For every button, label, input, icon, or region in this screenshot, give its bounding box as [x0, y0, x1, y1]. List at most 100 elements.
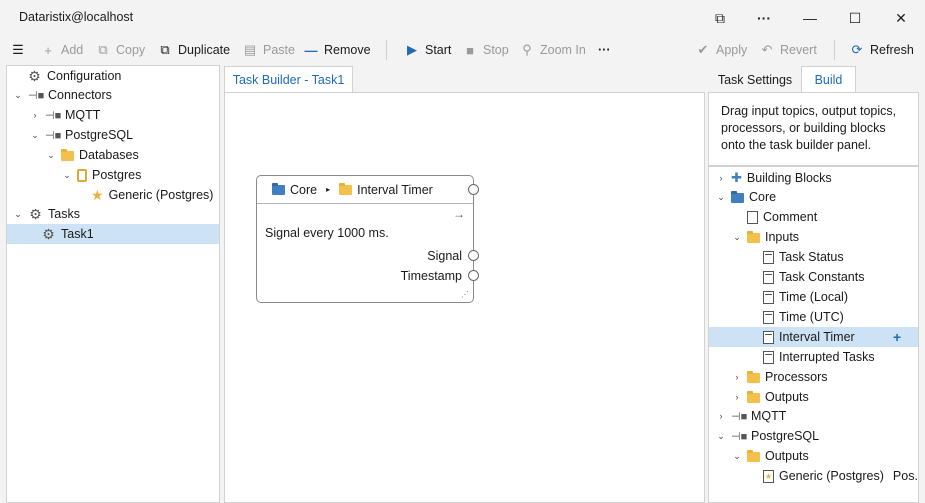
tab-task-builder[interactable]: Task Builder - Task1 — [224, 66, 353, 93]
chevron-right-icon[interactable]: › — [30, 110, 40, 120]
tree-item-generic-postgres[interactable]: ★ Generic (Postgres) Pos... — [763, 466, 918, 486]
node-description: Signal every 1000 ms. — [265, 226, 389, 240]
tree-item-databases[interactable]: ⌄ Databases — [46, 145, 139, 165]
add-icon[interactable]: + — [893, 329, 901, 345]
tree-item-generic-postgres[interactable]: ★ Generic (Postgres) — [91, 185, 213, 205]
output-signal-port[interactable] — [468, 250, 479, 261]
tree-item-mqtt[interactable]: › ⊣■ MQTT — [30, 105, 101, 125]
apply-label: Apply — [716, 43, 748, 57]
chevron-down-icon[interactable]: ⌄ — [732, 232, 742, 243]
chevron-down-icon[interactable]: ⌄ — [62, 170, 72, 181]
refresh-button[interactable]: ⟳ Refresh — [850, 36, 914, 64]
chevron-down-icon[interactable]: ⌄ — [716, 192, 726, 203]
maximize-icon[interactable]: ☐ — [832, 0, 878, 36]
chevron-down-icon[interactable]: ⌄ — [13, 209, 23, 220]
toolbar-divider — [386, 40, 387, 60]
remove-button[interactable]: — Remove — [304, 36, 371, 64]
output-signal-label: Signal — [427, 249, 462, 263]
tree-item-task1[interactable]: ⚙ Task1 — [7, 224, 219, 244]
minimize-icon[interactable]: — — [787, 0, 833, 36]
tree-item-interrupted-tasks[interactable]: Interrupted Tasks — [763, 347, 875, 367]
node-title: Interval Timer — [357, 182, 433, 197]
tree-item-outputs[interactable]: › Outputs — [732, 387, 809, 407]
checkmark-icon: ✔ — [697, 42, 709, 57]
tree-item-postgresql[interactable]: ⌄ ⊣■ PostgreSQL — [716, 426, 819, 446]
chevron-down-icon[interactable]: ⌄ — [13, 90, 23, 101]
zoom-in-label: Zoom In — [540, 43, 586, 57]
restore-icon[interactable]: ⧉ — [697, 0, 743, 36]
tree-item-processors[interactable]: › Processors — [732, 367, 828, 387]
tree-item-task-status[interactable]: Task Status — [763, 247, 844, 267]
output-timestamp-port[interactable] — [468, 270, 479, 281]
tree-item-core[interactable]: ⌄ Core — [716, 187, 776, 207]
hamburger-icon: ☰ — [12, 42, 24, 57]
plug-icon: ⊣■ — [28, 89, 45, 102]
tab-label: Task Builder - Task1 — [232, 73, 345, 87]
tree-item-comment[interactable]: Comment — [747, 207, 817, 227]
more-icon[interactable]: ··· — [741, 0, 787, 36]
tree-item-connectors[interactable]: ⌄ ⊣■ Connectors — [13, 85, 112, 105]
tree-item-postgres[interactable]: ⌄ Postgres — [62, 165, 141, 185]
arrow-right-icon: → — [453, 207, 465, 221]
tree-item-label: Comment — [763, 210, 818, 224]
node-crumb-parent: Core — [290, 182, 318, 197]
tree-item-configuration[interactable]: ⚙ Configuration — [27, 66, 121, 86]
window-title: Dataristix@localhost — [19, 10, 134, 24]
apply-button[interactable]: ✔ Apply — [696, 36, 748, 64]
chevron-right-icon[interactable]: › — [732, 372, 742, 382]
more-tools-button[interactable]: ··· — [598, 36, 611, 64]
tree-item-label: MQTT — [65, 108, 101, 122]
star-block-icon: ★ — [763, 469, 774, 483]
start-label: Start — [425, 43, 452, 57]
chevron-right-icon[interactable]: › — [732, 392, 742, 402]
duplicate-icon: ⧉ — [160, 42, 170, 57]
plug-icon: ⊣■ — [731, 430, 748, 443]
tree-item-time-local[interactable]: Time (Local) — [763, 287, 848, 307]
tab-build[interactable]: Build — [801, 66, 856, 93]
plus-icon: + — [44, 42, 52, 58]
add-button[interactable]: + Add — [41, 36, 83, 64]
copy-button[interactable]: ⧉ Copy — [96, 36, 145, 64]
resize-grip-icon[interactable]: ⋰ — [461, 290, 469, 299]
start-button[interactable]: ▶ Start — [405, 36, 451, 64]
menu-button[interactable]: ☰ — [11, 36, 25, 64]
tree-item-inputs[interactable]: ⌄ Inputs — [732, 227, 799, 247]
tree-item-label: Configuration — [47, 69, 122, 83]
tree-item-interval-timer[interactable]: Interval Timer + — [709, 327, 918, 347]
node-input-port[interactable] — [468, 184, 479, 195]
tree-item-mqtt[interactable]: › ⊣■ MQTT — [716, 406, 787, 426]
tree-item-label: Outputs — [765, 390, 809, 404]
tree-item-task-constants[interactable]: Task Constants — [763, 267, 864, 287]
tree-item-label: Generic (Postgres) — [108, 188, 214, 202]
tree-item-postgresql[interactable]: ⌄ ⊣■ PostgreSQL — [30, 125, 133, 145]
chevron-right-icon[interactable]: › — [716, 411, 726, 421]
tree-item-pg-outputs[interactable]: ⌄ Outputs — [732, 446, 809, 466]
chevron-down-icon[interactable]: ⌄ — [30, 130, 40, 141]
tree-item-label: PostgreSQL — [751, 429, 820, 443]
chevron-right-icon[interactable]: › — [716, 173, 726, 183]
paste-button[interactable]: ▤ Paste — [243, 36, 295, 64]
chevron-down-icon[interactable]: ⌄ — [46, 150, 56, 161]
paste-icon: ▤ — [243, 42, 257, 57]
build-hint-text: Drag input topics, output topics, proces… — [721, 104, 897, 152]
document-icon — [747, 210, 758, 224]
block-icon — [763, 350, 774, 364]
tree-item-suffix: Pos... — [892, 469, 918, 483]
tree-item-tasks[interactable]: ⌄ ⚙ Tasks — [13, 204, 80, 224]
toolbar: ☰ + Add ⧉ Copy ⧉ Duplicate ▤ Paste — Remove ▶… — [0, 36, 925, 64]
chevron-down-icon[interactable]: ⌄ — [716, 431, 726, 442]
stop-button[interactable]: ■ Stop — [463, 36, 509, 64]
tree-item-label: PostgreSQL — [65, 128, 134, 142]
duplicate-button[interactable]: ⧉ Duplicate — [158, 36, 230, 64]
folder-icon — [747, 390, 760, 403]
tree-item-building-blocks[interactable]: › ✚ Building Blocks — [716, 168, 832, 188]
close-icon[interactable]: ✕ — [878, 0, 924, 36]
node-header[interactable]: Core ▸ Interval Timer — [257, 176, 473, 204]
zoom-in-icon: ⚲ — [522, 42, 532, 57]
chevron-down-icon[interactable]: ⌄ — [732, 451, 742, 462]
interval-timer-node[interactable]: Core ▸ Interval Timer → Signal every 100… — [256, 175, 479, 303]
tree-item-time-utc[interactable]: Time (UTC) — [763, 307, 844, 327]
revert-button[interactable]: ↶ Revert — [760, 36, 817, 64]
tab-task-settings[interactable]: Task Settings — [709, 66, 801, 93]
zoom-in-button[interactable]: ⚲ Zoom In — [520, 36, 586, 64]
